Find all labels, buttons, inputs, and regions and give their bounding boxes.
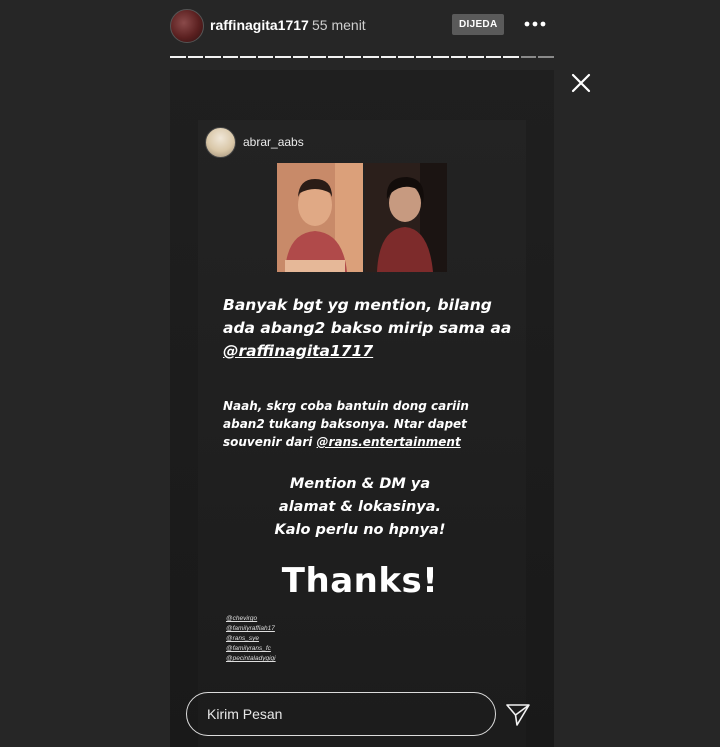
progress-segment	[205, 56, 221, 58]
progress-segment	[520, 56, 537, 58]
text-line: alamat & lokasinya.	[278, 499, 442, 515]
progress-segment	[187, 56, 204, 58]
shared-username: abrar_aabs	[243, 135, 304, 149]
story-tag-mention[interactable]: @chevirgo	[226, 614, 276, 624]
close-icon	[571, 73, 591, 93]
username[interactable]: raffinagita1717	[210, 17, 309, 33]
progress-segment	[468, 56, 484, 58]
user-avatar[interactable]	[170, 9, 204, 43]
story-tag-mention[interactable]: @pecintaladygigi	[226, 654, 276, 664]
progress-segment	[275, 56, 291, 58]
shared-photos	[277, 163, 447, 272]
reply-message-input[interactable]	[186, 692, 496, 736]
text-line: aban2 tukang baksonya. Ntar dapet	[223, 417, 467, 431]
progress-segment	[240, 56, 256, 58]
photo-left	[277, 163, 363, 272]
story-tags: @chevirgo @familyraffiah17 @rans_sye @famil…	[226, 614, 276, 664]
progress-segment	[538, 56, 555, 58]
more-options-button[interactable]	[520, 12, 550, 36]
story-progress-bar	[170, 56, 555, 59]
photo-right	[365, 163, 447, 272]
send-button[interactable]	[504, 700, 532, 728]
progress-segment	[398, 56, 414, 58]
progress-segment	[363, 56, 379, 58]
progress-segment	[380, 56, 397, 58]
send-paper-plane-icon	[506, 704, 530, 726]
story-text-secondary: Naah, skrg coba bantuin dong cariin aban…	[223, 397, 523, 451]
progress-segment	[503, 56, 519, 58]
story-tag-mention[interactable]: @familyraffiah17	[226, 624, 276, 634]
more-horizontal-icon	[524, 21, 546, 27]
story-tag-mention[interactable]: @rans_sye	[226, 634, 276, 644]
text-line: Mention & DM ya	[289, 476, 431, 492]
mention-raffinagita[interactable]: @raffinagita1717	[223, 342, 373, 360]
shared-user-avatar	[205, 127, 236, 158]
mention-rans-entertainment[interactable]: @rans.entertainment	[317, 435, 461, 449]
text-line: Banyak bgt yg mention, bilang	[223, 296, 492, 314]
progress-segment	[415, 56, 432, 58]
progress-segment	[327, 56, 344, 58]
text-line: Kalo perlu no hpnya!	[274, 522, 446, 538]
time-ago: 55 menit	[312, 17, 366, 33]
story-text-main: Banyak bgt yg mention, bilang ada abang2…	[223, 294, 523, 363]
progress-segment	[257, 56, 274, 58]
paused-badge: DIJEDA	[452, 14, 505, 35]
story-header: raffinagita1717 55 menit DIJEDA	[170, 8, 554, 44]
text-line: souvenir dari	[223, 435, 317, 449]
progress-segment	[485, 56, 502, 58]
text-line: Naah, skrg coba bantuin dong cariin	[223, 399, 469, 413]
story-tag-mention[interactable]: @familyrans_fc	[226, 644, 276, 654]
progress-segment	[433, 56, 449, 58]
progress-segment	[292, 56, 309, 58]
close-button[interactable]	[568, 70, 594, 96]
text-line: ada abang2 bakso mirip sama aa	[223, 319, 512, 337]
progress-segment	[310, 56, 326, 58]
story-thanks: Thanks!	[281, 561, 439, 601]
progress-segment	[450, 56, 467, 58]
story-text-cta: Mention & DM ya alamat & lokasinya. Kalo…	[250, 473, 470, 542]
progress-segment	[345, 56, 362, 58]
progress-segment	[222, 56, 239, 58]
progress-segment	[170, 56, 186, 58]
